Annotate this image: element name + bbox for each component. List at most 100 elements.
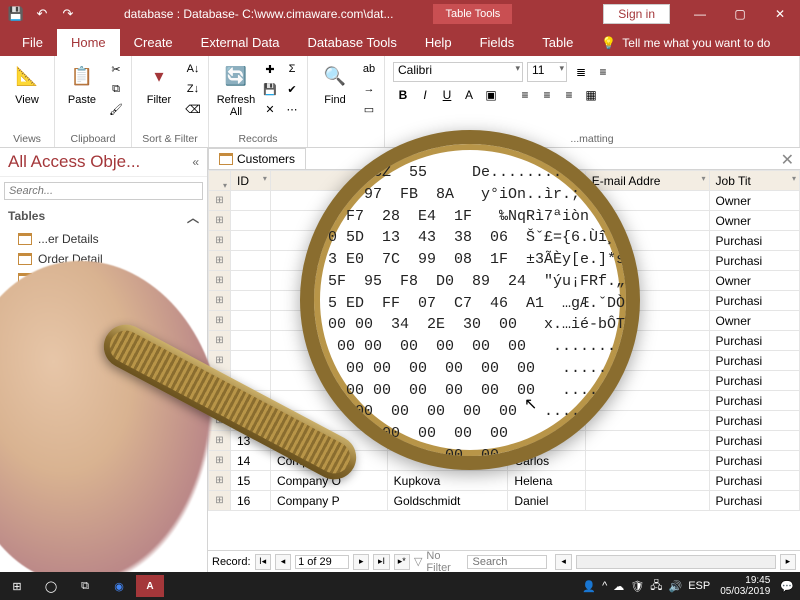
table-row[interactable]: ⊞Purchasi xyxy=(209,291,800,311)
align-left-icon[interactable]: ≡ xyxy=(515,85,535,105)
row-expand-icon[interactable]: ⊞ xyxy=(209,351,231,371)
taskview-icon[interactable]: ⧉ xyxy=(68,572,102,600)
table-row[interactable]: ⊞Purchasi xyxy=(209,351,800,371)
nav-search-input[interactable] xyxy=(4,182,203,200)
more-icon[interactable]: ⋯ xyxy=(283,100,301,118)
tellme-search[interactable]: 💡Tell me what you want to do xyxy=(587,30,784,56)
column-header[interactable]: E-mail Addre xyxy=(585,171,709,191)
search-taskbar-icon[interactable]: ◯ xyxy=(34,572,68,600)
row-expand-icon[interactable]: ⊞ xyxy=(209,391,231,411)
maximize-icon[interactable]: ▢ xyxy=(720,0,760,28)
underline-icon[interactable]: U xyxy=(437,85,457,105)
notifications-icon[interactable]: 💬 xyxy=(780,580,794,593)
find-button[interactable]: 🔍Find xyxy=(314,60,356,106)
scroll-left-button[interactable]: ◂ xyxy=(555,554,571,570)
row-expand-icon[interactable]: ⊞ xyxy=(209,331,231,351)
tray-up-icon[interactable]: ^ xyxy=(602,580,607,592)
nav-item[interactable]: ... xyxy=(8,309,199,329)
datasheet-tab[interactable]: Customers xyxy=(208,148,306,169)
table-row[interactable]: ⊞Purchasi xyxy=(209,251,800,271)
next-record-button[interactable]: ▸ xyxy=(353,554,369,570)
column-header[interactable] xyxy=(387,171,508,191)
paste-button[interactable]: 📋Paste xyxy=(61,60,103,106)
record-position-input[interactable] xyxy=(295,555,349,569)
save-icon[interactable]: 💾 xyxy=(6,4,26,24)
table-row[interactable]: ⊞Owner xyxy=(209,311,800,331)
delete-icon[interactable]: ✕ xyxy=(261,100,279,118)
fontcolor-icon[interactable]: A xyxy=(459,85,479,105)
align-right-icon[interactable]: ≡ xyxy=(559,85,579,105)
volume-icon[interactable]: 🔊 xyxy=(669,580,683,593)
row-expand-icon[interactable]: ⊞ xyxy=(209,191,231,211)
last-record-button[interactable]: ▸I xyxy=(373,554,389,570)
sort-desc-icon[interactable]: Z↓ xyxy=(184,80,202,98)
redo-icon[interactable]: ↷ xyxy=(58,4,78,24)
table-row[interactable]: ⊞Purchasi xyxy=(209,331,800,351)
row-expand-icon[interactable]: ⊞ xyxy=(209,211,231,231)
nav-item[interactable]: Order Detail xyxy=(8,249,199,269)
row-expand-icon[interactable]: ⊞ xyxy=(209,471,231,491)
clear-sort-icon[interactable]: ⌫ xyxy=(184,100,202,118)
bold-icon[interactable]: B xyxy=(393,85,413,105)
column-header[interactable] xyxy=(270,171,387,191)
nav-item[interactable]: Orders xyxy=(8,269,199,289)
select-icon[interactable]: ▭ xyxy=(360,100,378,118)
align-center-icon[interactable]: ≡ xyxy=(537,85,557,105)
new-record-button[interactable]: ▸* xyxy=(394,554,410,570)
nav-collapse-icon[interactable]: « xyxy=(192,155,199,169)
numbering-icon[interactable]: ≡ xyxy=(593,62,613,82)
chrome-icon[interactable]: ◉ xyxy=(102,572,136,600)
row-expand-icon[interactable]: ⊞ xyxy=(209,291,231,311)
table-row[interactable]: ⊞13CompanyPurchasi xyxy=(209,431,800,451)
filter-button[interactable]: ▾Filter xyxy=(138,60,180,106)
table-row[interactable]: ⊞12CoPurchasi xyxy=(209,411,800,431)
tab-home[interactable]: Home xyxy=(57,29,120,56)
table-row[interactable]: ⊞Owner xyxy=(209,271,800,291)
network-icon[interactable]: 🖧 xyxy=(650,577,662,596)
bullets-icon[interactable]: ≣ xyxy=(571,62,591,82)
people-icon[interactable]: 👤 xyxy=(582,580,596,593)
table-row[interactable]: ⊞15Company OKupkovaHelenaPurchasi xyxy=(209,471,800,491)
replace-icon[interactable]: ab xyxy=(360,60,378,78)
signin-button[interactable]: Sign in xyxy=(603,4,670,24)
chevron-up-icon[interactable]: ︿ xyxy=(187,209,199,226)
first-record-button[interactable]: I◂ xyxy=(255,554,271,570)
language-indicator[interactable]: ESP xyxy=(688,580,710,592)
clock[interactable]: 19:4505/03/2019 xyxy=(716,575,774,597)
row-expand-icon[interactable]: ⊞ xyxy=(209,311,231,331)
row-expand-icon[interactable]: ⊞ xyxy=(209,491,231,511)
row-expand-icon[interactable]: ⊞ xyxy=(209,411,231,431)
save-rec-icon[interactable]: 💾 xyxy=(261,80,279,98)
row-expand-icon[interactable]: ⊞ xyxy=(209,231,231,251)
table-row[interactable]: ⊞14Company NCarlosPurchasi xyxy=(209,451,800,471)
scroll-right-button[interactable]: ▸ xyxy=(780,554,796,570)
table-row[interactable]: ⊞Purchasi xyxy=(209,391,800,411)
tab-fields[interactable]: Fields xyxy=(466,29,529,56)
table-row[interactable]: ⊞Purchasi xyxy=(209,371,800,391)
view-button[interactable]: 📐View xyxy=(6,60,48,106)
row-expand-icon[interactable]: ⊞ xyxy=(209,371,231,391)
totals-icon[interactable]: Σ xyxy=(283,60,301,78)
row-expand-icon[interactable]: ⊞ xyxy=(209,271,231,291)
column-header[interactable]: ID xyxy=(231,171,271,191)
nav-group-tables[interactable]: Tables xyxy=(8,209,45,226)
fill-icon[interactable]: ▣ xyxy=(481,85,501,105)
onedrive-icon[interactable]: ☁ xyxy=(613,580,624,593)
cut-icon[interactable]: ✂ xyxy=(107,60,125,78)
tab-create[interactable]: Create xyxy=(120,29,187,56)
access-icon[interactable]: A xyxy=(136,575,164,597)
fontsize-combo[interactable]: 11 xyxy=(527,62,567,82)
select-all-cell[interactable] xyxy=(209,171,231,191)
tab-dbtools[interactable]: Database Tools xyxy=(293,29,410,56)
gridlines-icon[interactable]: ▦ xyxy=(581,85,601,105)
tab-help[interactable]: Help xyxy=(411,29,466,56)
tab-externaldata[interactable]: External Data xyxy=(187,29,294,56)
italic-icon[interactable]: I xyxy=(415,85,435,105)
sort-asc-icon[interactable]: A↓ xyxy=(184,60,202,78)
table-row[interactable]: ⊞Purchasi xyxy=(209,231,800,251)
column-header[interactable]: Job Tit xyxy=(709,171,799,191)
copy-icon[interactable]: ⧉ xyxy=(107,80,125,98)
table-row[interactable]: ⊞Owner xyxy=(209,191,800,211)
close-tab-icon[interactable]: ✕ xyxy=(775,148,800,169)
defender-icon[interactable]: 🛡 xyxy=(630,580,644,593)
